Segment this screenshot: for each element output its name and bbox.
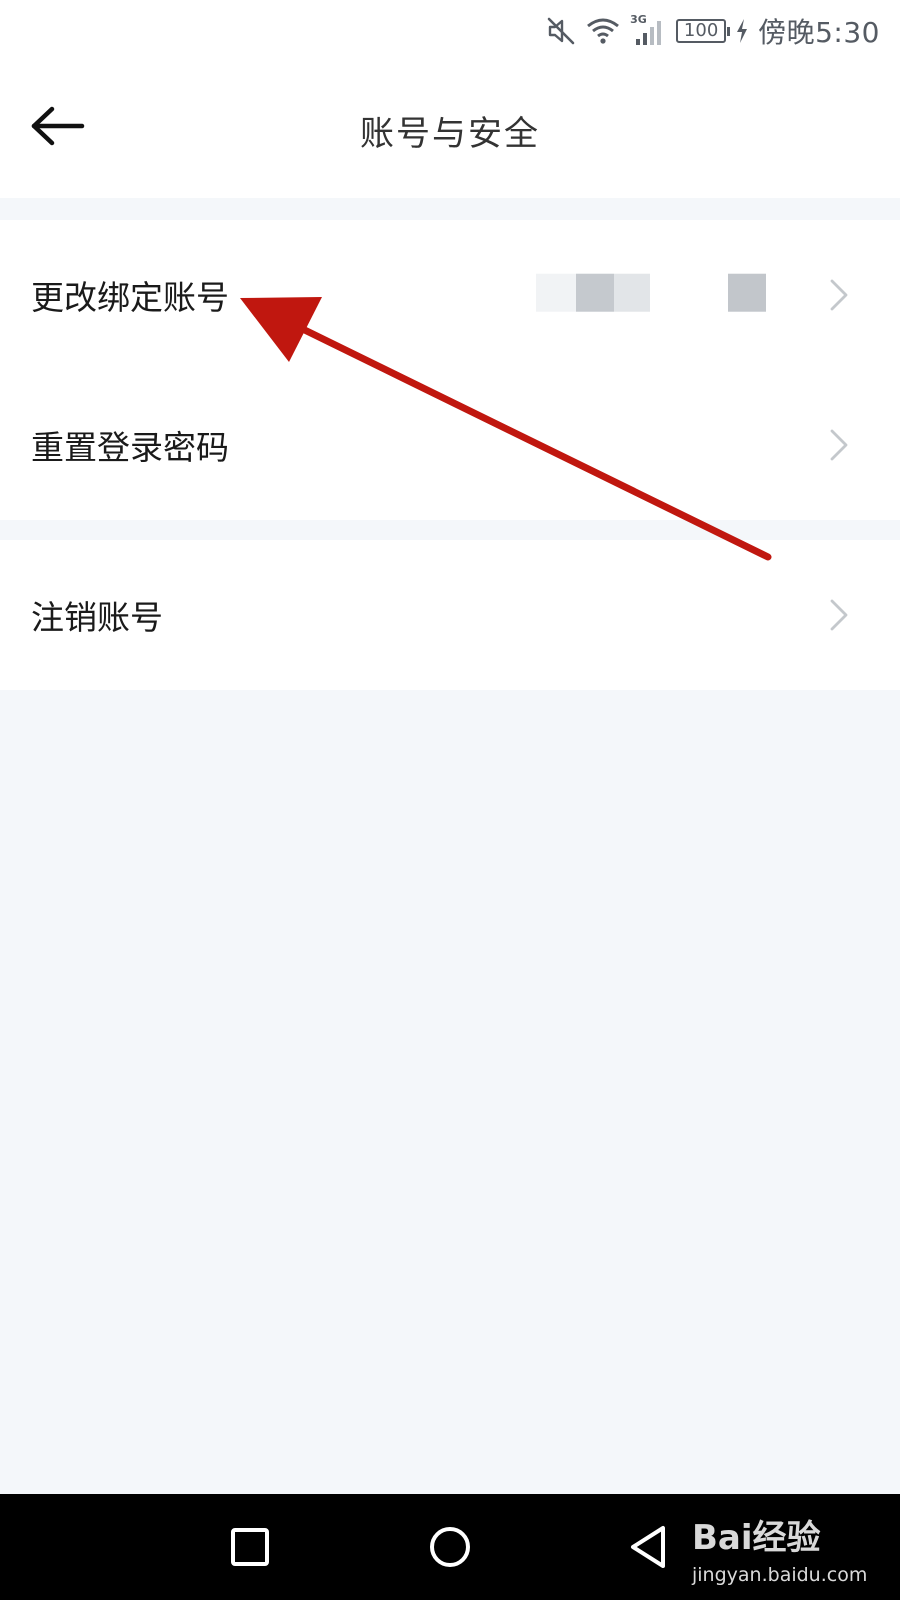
mute-icon — [547, 17, 575, 45]
status-icons: 3G 100 傍晚5:30 — [546, 10, 880, 52]
masked-account-value — [536, 273, 768, 312]
battery-indicator: 100 — [676, 19, 731, 43]
chevron-right-icon — [830, 279, 848, 311]
reset-password-row[interactable]: 重置登录密码 — [0, 370, 900, 520]
charging-icon — [737, 19, 748, 43]
square-icon[interactable] — [225, 1522, 275, 1572]
row-label: 更改绑定账号 — [31, 278, 229, 317]
baidu-jingyan-watermark: Bai经验 jingyan.baidu.com — [690, 1506, 890, 1592]
status-bar: 3G 100 傍晚5:30 — [0, 0, 900, 62]
settings-group-deactivate: 注销账号 — [0, 540, 900, 690]
settings-group-account: 更改绑定账号 重置登录密码 — [0, 220, 900, 520]
chevron-right-icon — [830, 429, 848, 461]
status-time: 傍晚5:30 — [758, 16, 880, 49]
watermark-brand: Bai经验 — [692, 1518, 821, 1558]
page-title: 账号与安全 — [360, 114, 540, 154]
cell-signal: 3G — [630, 13, 666, 47]
row-label: 重置登录密码 — [31, 428, 229, 467]
deactivate-account-row[interactable]: 注销账号 — [0, 540, 900, 690]
change-bound-account-row[interactable]: 更改绑定账号 — [0, 220, 900, 370]
signal-icon — [636, 21, 662, 45]
row-label: 注销账号 — [31, 598, 163, 637]
system-nav-bar: Bai经验 jingyan.baidu.com — [0, 1494, 900, 1600]
wifi-icon — [587, 18, 620, 44]
battery-level: 100 — [683, 20, 719, 41]
chevron-right-icon — [830, 599, 848, 631]
circle-icon[interactable] — [425, 1522, 475, 1572]
header: 账号与安全 — [0, 62, 900, 198]
watermark-url: jingyan.baidu.com — [692, 1564, 868, 1586]
triangle-back-icon[interactable] — [625, 1522, 675, 1572]
